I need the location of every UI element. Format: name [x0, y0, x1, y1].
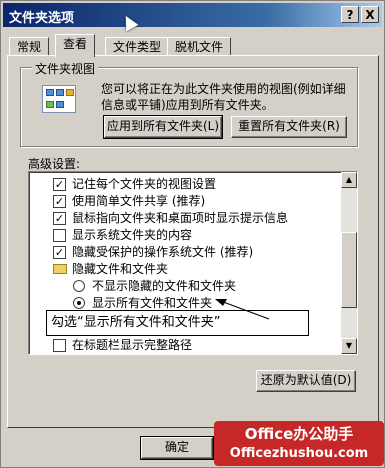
folder-view-group-title: 文件夹视图 [32, 60, 99, 77]
folder-options-dialog: 文件夹选项 ? X 常规 查看 文件类型 脱机文件 文件夹视图 您可以将正在为此… [0, 0, 385, 468]
site-watermark-logo: Office办公助手 Officezhushou.com [214, 421, 384, 466]
checkbox-checked-icon[interactable]: ✓ [53, 178, 66, 191]
ok-button[interactable]: 确定 [140, 436, 214, 460]
help-button[interactable]: ? [341, 6, 359, 23]
checkbox-unchecked-icon[interactable] [53, 229, 66, 242]
tab-general[interactable]: 常规 [9, 37, 50, 56]
scroll-down-icon[interactable]: ▼ [341, 338, 357, 354]
checkbox-checked-icon[interactable]: ✓ [53, 195, 66, 208]
checkbox-unchecked-icon[interactable] [53, 339, 66, 352]
folder-view-description: 您可以将正在为此文件夹使用的视图(例如详细信息或平铺)应用到所有文件夹。 [101, 82, 346, 112]
scroll-up-icon[interactable]: ▲ [341, 172, 357, 188]
advanced-settings-label: 高级设置: [28, 157, 81, 171]
tab-offline-files[interactable]: 脱机文件 [167, 37, 232, 56]
close-button[interactable]: X [361, 6, 379, 23]
checkbox-checked-icon[interactable]: ✓ [53, 212, 66, 225]
tab-strip: 常规 查看 文件类型 脱机文件 [7, 34, 379, 57]
radio-unselected-icon[interactable] [73, 280, 85, 292]
folder-icon [53, 264, 67, 274]
apply-to-all-folders-button[interactable]: 应用到所有文件夹(L) [103, 115, 223, 139]
annotation-callout: 勾选“显示所有文件和文件夹” [46, 310, 309, 336]
restore-defaults-button[interactable]: 还原为默认值(D) [256, 370, 356, 392]
scroll-thumb[interactable] [341, 232, 357, 308]
title-bar: 文件夹选项 ? X [3, 3, 382, 27]
tab-file-types[interactable]: 文件类型 [105, 37, 170, 56]
reset-all-folders-button[interactable]: 重置所有文件夹(R) [231, 116, 347, 138]
vertical-scrollbar[interactable]: ▲ ▼ [341, 172, 357, 354]
folder-view-icon [42, 85, 76, 113]
tab-view[interactable]: 查看 [55, 34, 96, 57]
checkbox-checked-icon[interactable]: ✓ [53, 246, 66, 259]
radio-selected-icon[interactable] [73, 297, 85, 309]
dialog-title: 文件夹选项 [9, 11, 75, 26]
